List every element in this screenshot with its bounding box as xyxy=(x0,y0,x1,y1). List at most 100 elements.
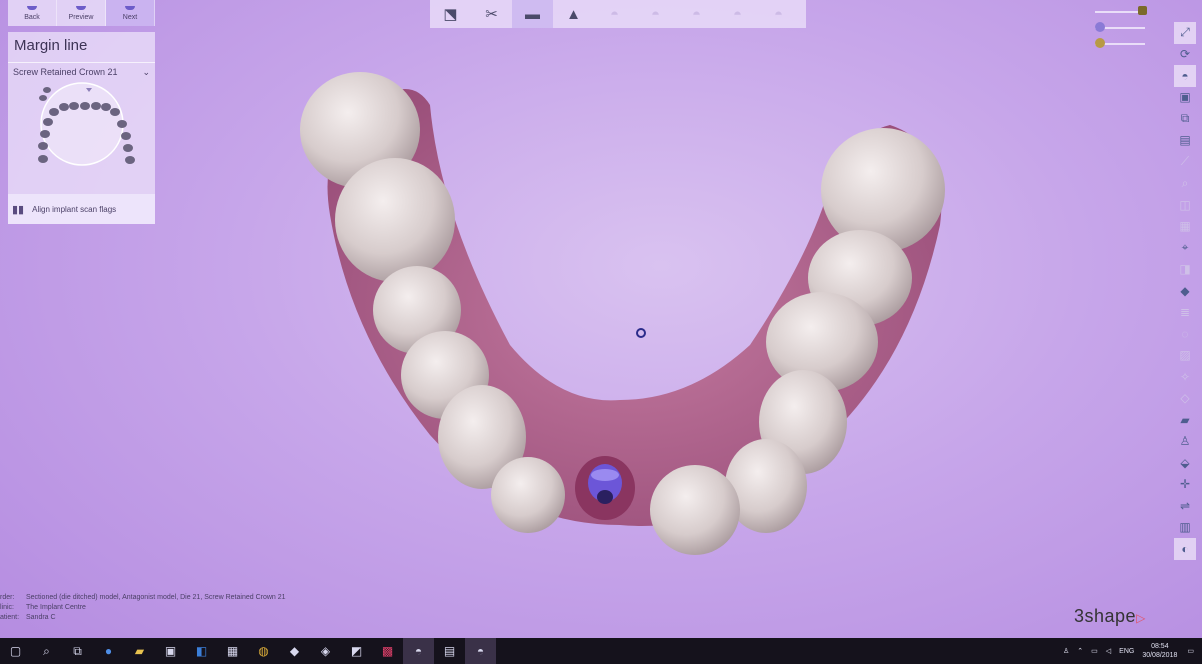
wizard-nav: Back Preview Next xyxy=(8,0,155,26)
volume-icon[interactable]: ◁ xyxy=(1106,647,1111,655)
app-icon-5[interactable]: ◓ xyxy=(465,638,496,664)
patient-value: Sandra C xyxy=(26,614,56,621)
tooth-tool-5[interactable]: ◓ xyxy=(758,0,799,28)
ruler-icon[interactable]: ⟋ xyxy=(1174,151,1196,173)
edge-icon[interactable]: ● xyxy=(93,638,124,664)
align-scan-flags-button[interactable]: ▮▮ Align implant scan flags xyxy=(8,194,155,224)
chrome-icon[interactable]: ◍ xyxy=(248,638,279,664)
next-button[interactable]: Next xyxy=(106,0,155,26)
tooth-chart[interactable] xyxy=(20,82,145,182)
margin-icon: ▲ xyxy=(566,5,581,23)
chart-icon[interactable]: ▥ xyxy=(1174,517,1196,539)
view-mode-icon[interactable]: ◓ xyxy=(1174,65,1196,87)
cube-icon[interactable]: ◆ xyxy=(1174,280,1196,302)
app-icon-3[interactable]: ▩ xyxy=(372,638,403,664)
shield-icon[interactable]: ⬙ xyxy=(1174,452,1196,474)
photos-icon[interactable]: ▦ xyxy=(217,638,248,664)
app-icon-2[interactable]: ◩ xyxy=(341,638,372,664)
network-icon[interactable]: ▭ xyxy=(1091,647,1098,655)
tooth-icon: ◓ xyxy=(650,5,661,23)
grid-icon[interactable]: ▦ xyxy=(1174,216,1196,238)
chevron-down-icon: ⌄ xyxy=(142,66,150,77)
cut-tool[interactable]: ✂ xyxy=(471,0,512,28)
copy-icon[interactable]: ⧉ xyxy=(1174,108,1196,130)
brand-logo: 3shape▷ xyxy=(1074,606,1146,627)
tooth-tool-1[interactable]: ◓ xyxy=(594,0,635,28)
app-window: Back Preview Next Margin line Screw Reta… xyxy=(0,0,1202,638)
person-icon[interactable]: ♙ xyxy=(1174,431,1196,453)
taskbar: ▢ ⌕ ⧉ ● ▰ ▣ ◧ ▦ ◍ ◆ ◈ ◩ ▩ ◓ ▤ ◓ ♙ ⌃ ▭ ◁ … xyxy=(0,638,1202,664)
order-label: rder: xyxy=(0,594,15,601)
notifications-icon[interactable]: ▭ xyxy=(1187,647,1194,655)
tooth-icon: ◓ xyxy=(691,5,702,23)
task-view-icon[interactable]: ⧉ xyxy=(62,638,93,664)
page-icon[interactable]: ▤ xyxy=(1174,130,1196,152)
brand-triangle-icon: ▷ xyxy=(1136,611,1146,625)
die-tool[interactable]: ▬ xyxy=(512,0,553,28)
3shape-app-icon[interactable]: ◓ xyxy=(403,638,434,664)
lighting-icon[interactable]: ✧ xyxy=(1174,366,1196,388)
model-layer-icon xyxy=(1138,6,1147,15)
order-info: rder: Sectioned (die ditched) model, Anta… xyxy=(0,593,286,623)
preview-button[interactable]: Preview xyxy=(57,0,106,26)
lower-opacity-handle[interactable] xyxy=(1095,38,1105,48)
patient-label: atient: xyxy=(0,614,20,621)
outlook-icon[interactable]: ◧ xyxy=(186,638,217,664)
crosshair-icon[interactable]: ✛ xyxy=(1174,474,1196,496)
layers-icon[interactable]: ≣ xyxy=(1174,302,1196,324)
transparency-icon[interactable]: ◌ xyxy=(1174,323,1196,345)
window-icon[interactable]: ▣ xyxy=(1174,87,1196,109)
screenshot-icon[interactable]: ◨ xyxy=(1174,259,1196,281)
scan-flag-icon: ▮▮ xyxy=(12,203,25,216)
store-icon[interactable]: ▣ xyxy=(155,638,186,664)
panel-title: Margin line xyxy=(14,37,88,54)
language-indicator[interactable]: ENG xyxy=(1119,648,1134,655)
order-value: Sectioned (die ditched) model, Antagonis… xyxy=(26,594,286,601)
back-label: Back xyxy=(24,14,40,21)
align-scan-flags-label: Align implant scan flags xyxy=(32,204,117,214)
fit-view-icon[interactable]: ⤢ xyxy=(1174,22,1196,44)
tooth-tool-3[interactable]: ◓ xyxy=(676,0,717,28)
people-icon[interactable]: ♙ xyxy=(1063,647,1069,655)
tooth-icon: ◓ xyxy=(732,5,743,23)
texture-icon[interactable]: ▨ xyxy=(1174,345,1196,367)
restoration-dropdown[interactable]: Screw Retained Crown 21 ⌄ xyxy=(13,65,150,79)
margin-tool[interactable]: ▲ xyxy=(553,0,594,28)
tooth-tool-2[interactable]: ◓ xyxy=(635,0,676,28)
chevron-up-icon[interactable]: ⌃ xyxy=(1077,647,1083,655)
hide-icon[interactable]: ◇ xyxy=(1174,388,1196,410)
scan-tool[interactable]: ⬔ xyxy=(430,0,471,28)
restoration-dropdown-value: Screw Retained Crown 21 xyxy=(13,67,118,77)
clinic-value: The Implant Centre xyxy=(26,604,86,611)
divider xyxy=(8,62,155,63)
back-button[interactable]: Back xyxy=(8,0,57,26)
search-icon[interactable]: ⌕ xyxy=(31,638,62,664)
dental-model-view[interactable] xyxy=(290,65,960,560)
preview-label: Preview xyxy=(68,14,94,21)
camera-icon[interactable]: ▰ xyxy=(1174,409,1196,431)
cut-icon: ✂ xyxy=(485,6,498,23)
clock-date: 30/08/2018 xyxy=(1142,652,1178,659)
app-icon[interactable]: ◆ xyxy=(279,638,310,664)
brand-name: 3shape xyxy=(1074,606,1137,626)
rotate-icon[interactable]: ⟳ xyxy=(1174,44,1196,66)
start-icon[interactable]: ▢ xyxy=(0,638,31,664)
section-icon[interactable]: ◫ xyxy=(1174,194,1196,216)
preview-icon xyxy=(76,6,86,10)
back-arrow-icon xyxy=(27,6,37,10)
measure-icon[interactable]: ⌖ xyxy=(1174,237,1196,259)
step-panel: Margin line Screw Retained Crown 21 ⌄ ▮▮ xyxy=(8,32,155,224)
tooth-icon: ◓ xyxy=(609,5,620,23)
app-icon-4[interactable]: ▤ xyxy=(434,638,465,664)
clock[interactable]: 08:54 30/08/2018 xyxy=(1142,642,1177,660)
upper-opacity-handle[interactable] xyxy=(1095,22,1105,32)
color-icon[interactable]: ◐ xyxy=(1174,538,1196,560)
tooth-tool-4[interactable]: ◓ xyxy=(717,0,758,28)
adjust-icon[interactable]: ⇌ xyxy=(1174,495,1196,517)
zoom-icon[interactable]: ⌕ xyxy=(1174,173,1196,195)
paint-icon[interactable]: ◈ xyxy=(310,638,341,664)
die-icon: ▬ xyxy=(525,5,540,23)
scan-icon: ⬔ xyxy=(443,6,458,23)
clinic-label: linic: xyxy=(0,604,15,611)
file-explorer-icon[interactable]: ▰ xyxy=(124,638,155,664)
